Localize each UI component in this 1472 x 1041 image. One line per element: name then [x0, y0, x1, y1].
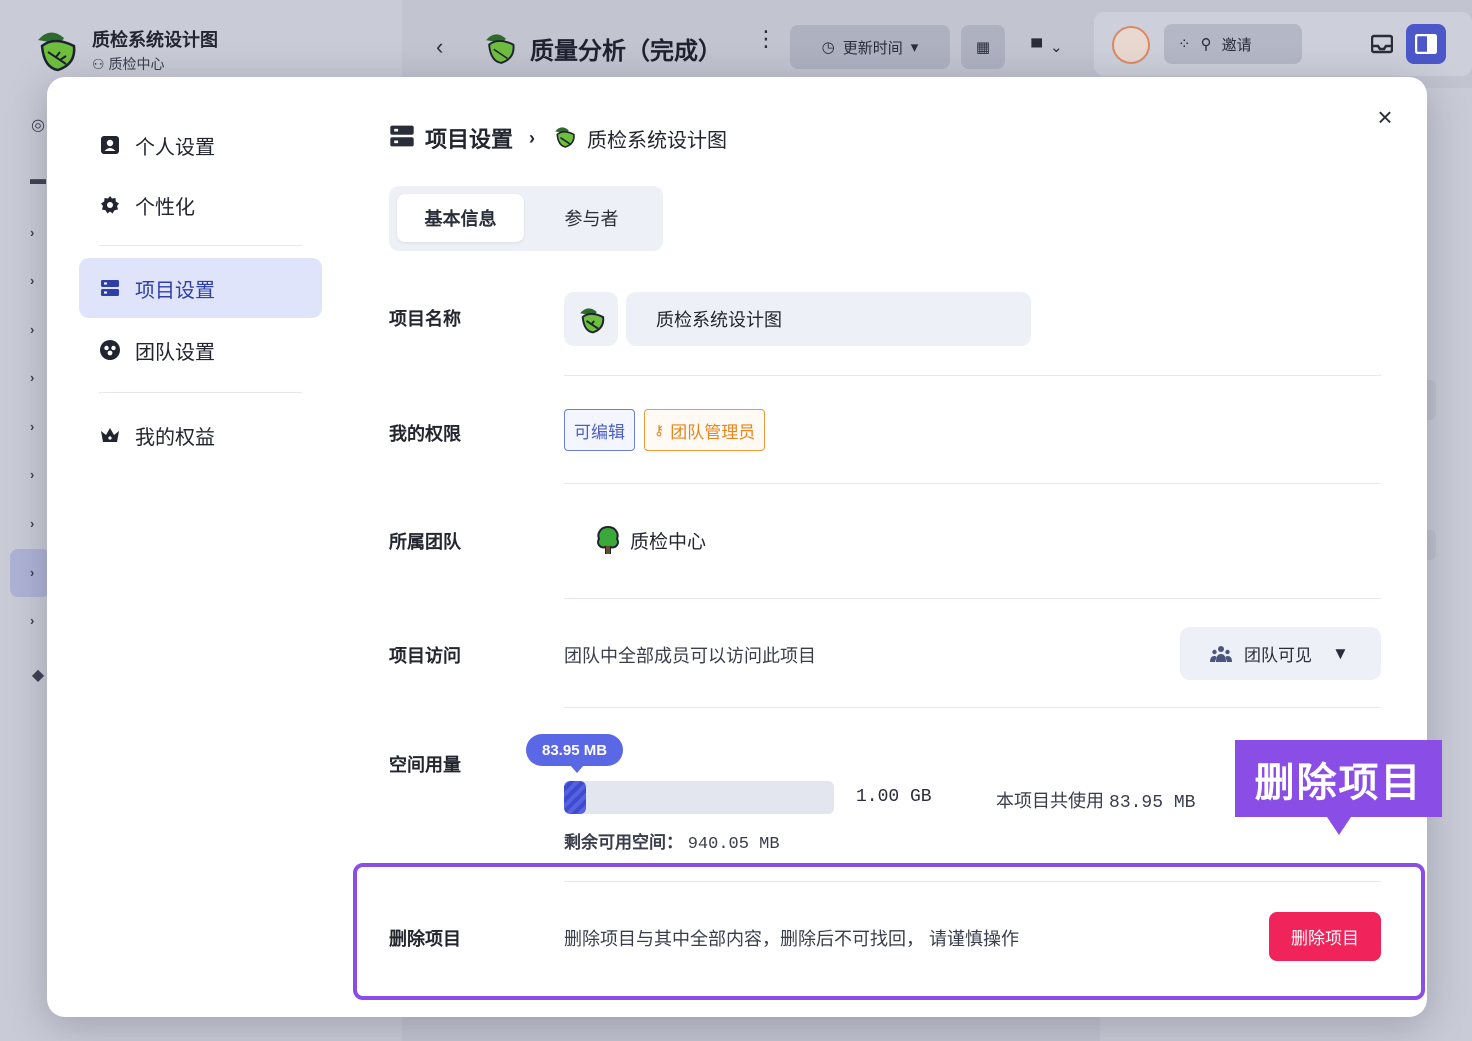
access-description: 团队中全部成员可以访问此项目 [564, 646, 816, 666]
chevron-right-icon[interactable]: › [30, 565, 40, 580]
grid-view-button[interactable]: ▦ [961, 25, 1005, 69]
crown-icon [99, 424, 121, 446]
storage-used-badge: 83.95 MB [526, 734, 624, 773]
server-icon [389, 123, 415, 154]
project-title: 质检系统设计图 [92, 30, 218, 50]
team-members-icon [1210, 645, 1232, 662]
permission-tag-team-admin: ⚷ 团队管理员 [644, 409, 766, 451]
sidebar-panel-icon [1415, 34, 1437, 54]
chevron-right-icon[interactable]: › [30, 516, 40, 531]
nav-item-personal-settings[interactable]: 个人设置 [79, 115, 322, 175]
storage-progress-bar [564, 781, 834, 814]
nav-item-my-benefits[interactable]: 我的权益 [79, 405, 322, 465]
caret-down-icon: ▾ [910, 39, 919, 56]
row-divider [564, 707, 1381, 708]
avatar[interactable] [1112, 26, 1150, 64]
team-value: 质检中心 [594, 525, 706, 555]
storage-label: 空间用量 [389, 755, 461, 775]
project-team: ⚇ 质检中心 [92, 56, 165, 72]
storage-progress-fill [564, 781, 587, 814]
panel-toggle-button[interactable] [1406, 24, 1446, 64]
chevron-right-icon[interactable]: › [30, 225, 40, 240]
settings-tabs: 基本信息 参与者 [389, 186, 663, 251]
breadcrumb-project: 质检系统设计图 [587, 129, 728, 152]
inbox-button[interactable] [1362, 24, 1402, 64]
chevron-right-icon[interactable]: › [30, 467, 40, 482]
tag-icon[interactable]: ◆ [28, 666, 48, 686]
breadcrumb-section[interactable]: 项目设置 [425, 122, 513, 154]
annotation-callout: 删除项目 [1235, 740, 1442, 835]
leaf-logo-icon [38, 32, 76, 72]
project-name-input[interactable] [626, 292, 1031, 346]
row-divider [564, 375, 1381, 376]
tree-icon [596, 525, 620, 554]
leaf-logo-icon [486, 34, 515, 64]
project-icon-picker[interactable] [564, 292, 618, 346]
folder-icon[interactable]: ▬ [28, 170, 48, 190]
highlight-box [353, 863, 1425, 1000]
nav-item-personalization[interactable]: 个性化 [79, 175, 322, 235]
nav-item-project-settings[interactable]: 项目设置 [79, 258, 322, 318]
chevron-right-icon[interactable]: › [30, 273, 40, 288]
row-divider [564, 483, 1381, 484]
access-label: 项目访问 [389, 646, 461, 666]
nav-divider [99, 245, 302, 246]
row-divider [564, 598, 1381, 599]
tab-basic-info[interactable]: 基本信息 [397, 194, 524, 242]
chevron-right-icon[interactable]: › [30, 322, 40, 337]
storage-used-summary: 本项目共使用 83.95 MB [996, 791, 1196, 813]
member-avatars-icon: ⁘ [1178, 36, 1191, 53]
monitor-icon: ▀ [1031, 38, 1043, 56]
storage-total: 1.00 GB [856, 787, 932, 807]
key-icon: ⚷ [654, 421, 665, 438]
caret-down-icon: ▼ [1332, 643, 1349, 663]
team-icon [99, 339, 121, 361]
grid-icon: ▦ [975, 39, 991, 56]
chevron-right-icon[interactable]: › [30, 419, 40, 434]
clock-icon: ◷ [821, 39, 835, 56]
permission-label: 我的权限 [389, 424, 461, 444]
gear-icon [99, 194, 121, 216]
sort-dropdown[interactable]: ◷ 更新时间 ▾ [790, 25, 950, 69]
breadcrumb: 项目设置 › 质检系统设计图 [389, 121, 727, 155]
target-icon[interactable]: ◎ [28, 116, 48, 136]
invite-button[interactable]: ⁘ ⚲ 邀请 [1164, 24, 1302, 64]
chevron-down-icon: ⌄ [1050, 39, 1063, 56]
leaf-logo-icon [551, 123, 577, 154]
add-user-icon: ⚲ [1200, 36, 1212, 53]
team-label: 所属团队 [389, 532, 461, 552]
project-name-label: 项目名称 [389, 309, 461, 329]
chevron-right-icon: › [529, 127, 536, 148]
access-visibility-select[interactable]: 团队可见 ▼ [1180, 627, 1381, 680]
permission-tag-editable: 可编辑 [564, 409, 635, 451]
more-vertical-icon[interactable]: ⋮ [755, 28, 777, 50]
tab-participants[interactable]: 参与者 [528, 194, 655, 242]
server-icon [99, 277, 121, 299]
chevron-right-icon[interactable]: › [30, 370, 40, 385]
settings-nav: 个人设置 个性化 项目设置 团队设置 我的权益 [79, 115, 322, 465]
back-icon[interactable]: ‹ [436, 34, 443, 60]
present-dropdown[interactable]: ▀ ⌄ [1012, 25, 1082, 69]
inbox-icon [1371, 34, 1393, 54]
contact-card-icon [99, 134, 121, 156]
nav-item-team-settings[interactable]: 团队设置 [79, 320, 322, 380]
storage-remaining: 剩余可用空间： 940.05 MB [564, 833, 780, 854]
nav-divider [99, 392, 302, 393]
leaf-logo-icon [580, 308, 605, 334]
document-title: 质量分析（完成） [530, 38, 722, 65]
chevron-right-icon[interactable]: › [30, 613, 40, 628]
